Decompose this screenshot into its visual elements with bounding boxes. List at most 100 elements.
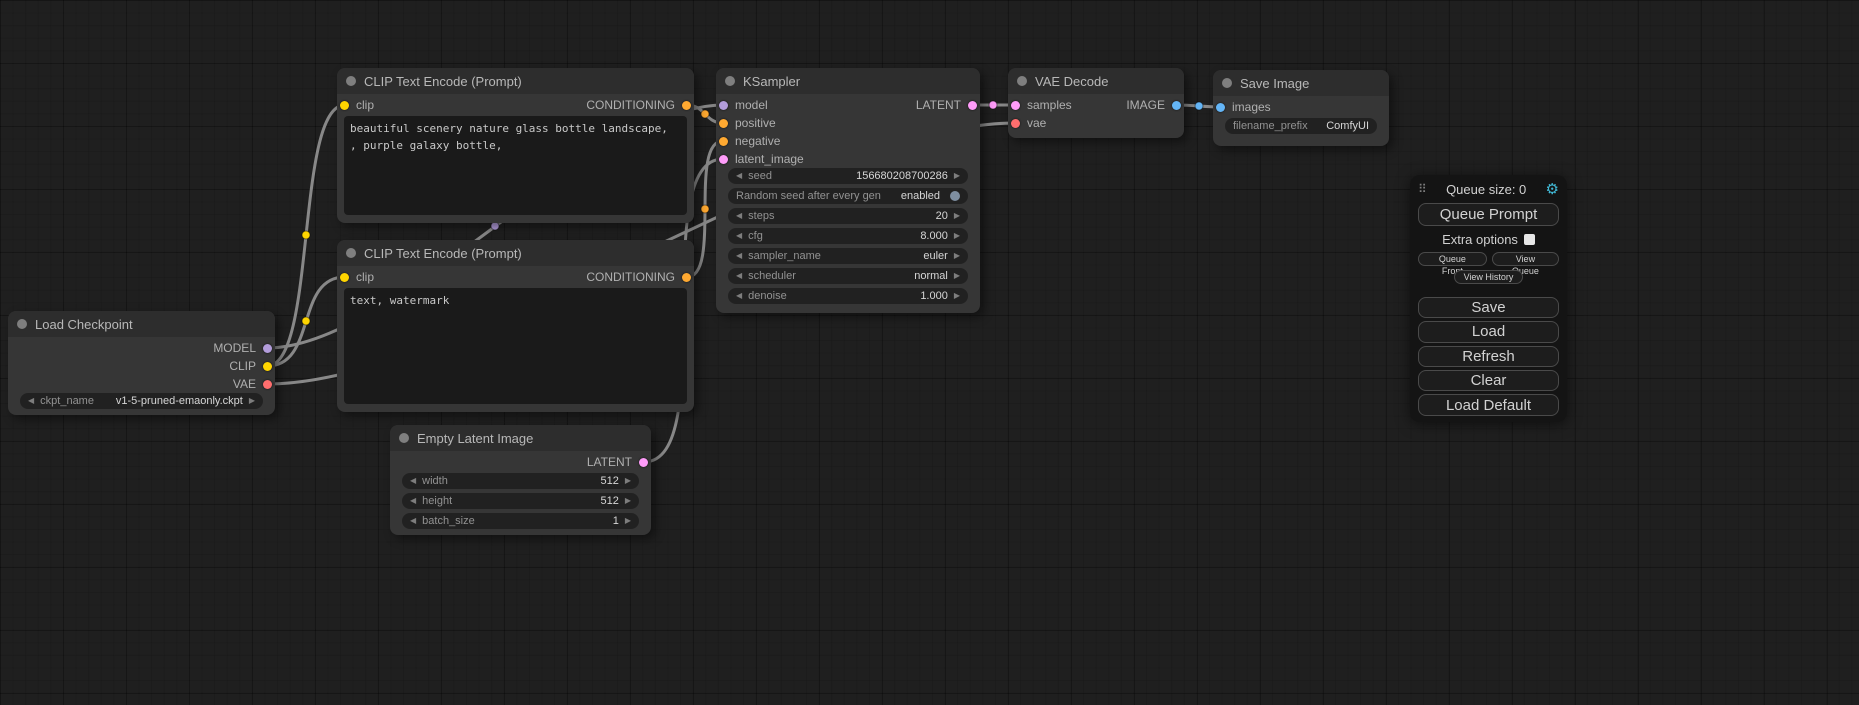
collapse-dot-icon[interactable]	[346, 248, 356, 258]
model-output-port[interactable]	[263, 344, 272, 353]
node-ksampler[interactable]: KSampler model LATENT positive	[716, 68, 980, 313]
decrement-arrow-icon[interactable]: ◀	[410, 517, 416, 525]
queue-prompt-button[interactable]: Queue Prompt	[1418, 203, 1559, 226]
positive-prompt-textarea[interactable]: beautiful scenery nature glass bottle la…	[344, 116, 687, 215]
node-title: VAE Decode	[1035, 74, 1108, 89]
slot-row: clip CONDITIONING	[337, 268, 694, 286]
node-clip-text-encode-positive[interactable]: CLIP Text Encode (Prompt) clip CONDITION…	[337, 68, 694, 223]
wire-midpoint-dot	[701, 110, 709, 118]
wire-midpoint-dot	[491, 222, 499, 230]
increment-arrow-icon[interactable]: ▶	[625, 497, 631, 505]
slot-row: negative	[716, 132, 980, 150]
negative-input-port[interactable]	[719, 137, 728, 146]
collapse-dot-icon[interactable]	[346, 76, 356, 86]
decrement-arrow-icon[interactable]: ◀	[736, 172, 742, 180]
view-queue-button[interactable]: View Queue	[1492, 252, 1559, 266]
image-output-port[interactable]	[1172, 101, 1181, 110]
node-graph-canvas[interactable]: Load Checkpoint MODEL CLIP VAE	[0, 0, 1859, 705]
decrement-arrow-icon[interactable]: ◀	[736, 232, 742, 240]
random-seed-toggle-widget[interactable]: Random seed after every gen enabled	[728, 188, 968, 204]
drag-handle-icon[interactable]: ⠿	[1418, 182, 1427, 196]
filename-prefix-widget[interactable]: filename_prefix ComfyUI	[1225, 118, 1377, 134]
node-titlebar[interactable]: CLIP Text Encode (Prompt)	[337, 68, 694, 94]
increment-arrow-icon[interactable]: ▶	[954, 212, 960, 220]
clip-input-port[interactable]	[340, 273, 349, 282]
clear-button[interactable]: Clear	[1418, 370, 1559, 391]
decrement-arrow-icon[interactable]: ◀	[736, 252, 742, 260]
node-titlebar[interactable]: Empty Latent Image	[390, 425, 651, 451]
history-buttons-row: View History	[1418, 270, 1559, 284]
collapse-dot-icon[interactable]	[1222, 78, 1232, 88]
positive-input-port[interactable]	[719, 119, 728, 128]
model-input-port[interactable]	[719, 101, 728, 110]
node-titlebar[interactable]: Load Checkpoint	[8, 311, 275, 337]
sampler-name-widget[interactable]: ◀ sampler_name euler ▶	[728, 248, 968, 264]
clip-input-port[interactable]	[340, 101, 349, 110]
batch-size-widget[interactable]: ◀ batch_size 1 ▶	[402, 513, 639, 529]
decrement-arrow-icon[interactable]: ◀	[736, 272, 742, 280]
load-button[interactable]: Load	[1418, 321, 1559, 342]
slot-row: clip CONDITIONING	[337, 96, 694, 114]
decrement-arrow-icon[interactable]: ◀	[736, 212, 742, 220]
load-default-button[interactable]: Load Default	[1418, 394, 1559, 415]
node-save-image[interactable]: Save Image images filename_prefix ComfyU…	[1213, 70, 1389, 146]
seed-widget[interactable]: ◀ seed 156680208700286 ▶	[728, 168, 968, 184]
slot-row: VAE	[8, 375, 275, 393]
refresh-button[interactable]: Refresh	[1418, 346, 1559, 367]
increment-arrow-icon[interactable]: ▶	[954, 252, 960, 260]
conditioning-output-port[interactable]	[682, 273, 691, 282]
collapse-dot-icon[interactable]	[1017, 76, 1027, 86]
height-widget[interactable]: ◀ height 512 ▶	[402, 493, 639, 509]
vae-input-port[interactable]	[1011, 119, 1020, 128]
cfg-widget[interactable]: ◀ cfg 8.000 ▶	[728, 228, 968, 244]
node-empty-latent-image[interactable]: Empty Latent Image LATENT ◀ width 512 ▶ …	[390, 425, 651, 535]
increment-arrow-icon[interactable]: ▶	[954, 172, 960, 180]
increment-arrow-icon[interactable]: ▶	[954, 272, 960, 280]
queue-front-button[interactable]: Queue Front	[1418, 252, 1487, 266]
node-titlebar[interactable]: VAE Decode	[1008, 68, 1184, 94]
toggle-dot-icon[interactable]	[950, 191, 960, 201]
node-title: CLIP Text Encode (Prompt)	[364, 74, 522, 89]
save-button[interactable]: Save	[1418, 297, 1559, 318]
latent-output-port[interactable]	[639, 458, 648, 467]
vae-output-port[interactable]	[263, 380, 272, 389]
decrement-arrow-icon[interactable]: ◀	[28, 397, 34, 405]
node-titlebar[interactable]: CLIP Text Encode (Prompt)	[337, 240, 694, 266]
increment-arrow-icon[interactable]: ▶	[249, 397, 255, 405]
view-history-button[interactable]: View History	[1454, 270, 1524, 284]
node-vae-decode[interactable]: VAE Decode samples IMAGE vae	[1008, 68, 1184, 138]
extra-options-checkbox[interactable]	[1524, 234, 1535, 245]
decrement-arrow-icon[interactable]: ◀	[736, 292, 742, 300]
collapse-dot-icon[interactable]	[17, 319, 27, 329]
samples-input-port[interactable]	[1011, 101, 1020, 110]
decrement-arrow-icon[interactable]: ◀	[410, 497, 416, 505]
denoise-widget[interactable]: ◀ denoise 1.000 ▶	[728, 288, 968, 304]
conditioning-output-port[interactable]	[682, 101, 691, 110]
node-title: KSampler	[743, 74, 800, 89]
collapse-dot-icon[interactable]	[725, 76, 735, 86]
slot-row: samples IMAGE	[1008, 96, 1184, 114]
increment-arrow-icon[interactable]: ▶	[954, 232, 960, 240]
node-titlebar[interactable]: KSampler	[716, 68, 980, 94]
slot-row: model LATENT	[716, 96, 980, 114]
images-input-port[interactable]	[1216, 103, 1225, 112]
node-clip-text-encode-negative[interactable]: CLIP Text Encode (Prompt) clip CONDITION…	[337, 240, 694, 412]
increment-arrow-icon[interactable]: ▶	[954, 292, 960, 300]
steps-widget[interactable]: ◀ steps 20 ▶	[728, 208, 968, 224]
node-load-checkpoint[interactable]: Load Checkpoint MODEL CLIP VAE	[8, 311, 275, 415]
negative-prompt-textarea[interactable]: text, watermark	[344, 288, 687, 404]
clip-output-port[interactable]	[263, 362, 272, 371]
width-widget[interactable]: ◀ width 512 ▶	[402, 473, 639, 489]
latent-image-input-port[interactable]	[719, 155, 728, 164]
collapse-dot-icon[interactable]	[399, 433, 409, 443]
decrement-arrow-icon[interactable]: ◀	[410, 477, 416, 485]
scheduler-widget[interactable]: ◀ scheduler normal ▶	[728, 268, 968, 284]
latent-output-port[interactable]	[968, 101, 977, 110]
node-titlebar[interactable]: Save Image	[1213, 70, 1389, 96]
settings-gear-icon[interactable]: ⚙	[1546, 182, 1559, 197]
slot-row: images	[1213, 98, 1389, 116]
queue-buttons-row: Queue Front View Queue	[1418, 252, 1559, 266]
ckpt-name-widget[interactable]: ◀ ckpt_name v1-5-pruned-emaonly.ckpt ▶	[20, 393, 263, 409]
increment-arrow-icon[interactable]: ▶	[625, 477, 631, 485]
increment-arrow-icon[interactable]: ▶	[625, 517, 631, 525]
